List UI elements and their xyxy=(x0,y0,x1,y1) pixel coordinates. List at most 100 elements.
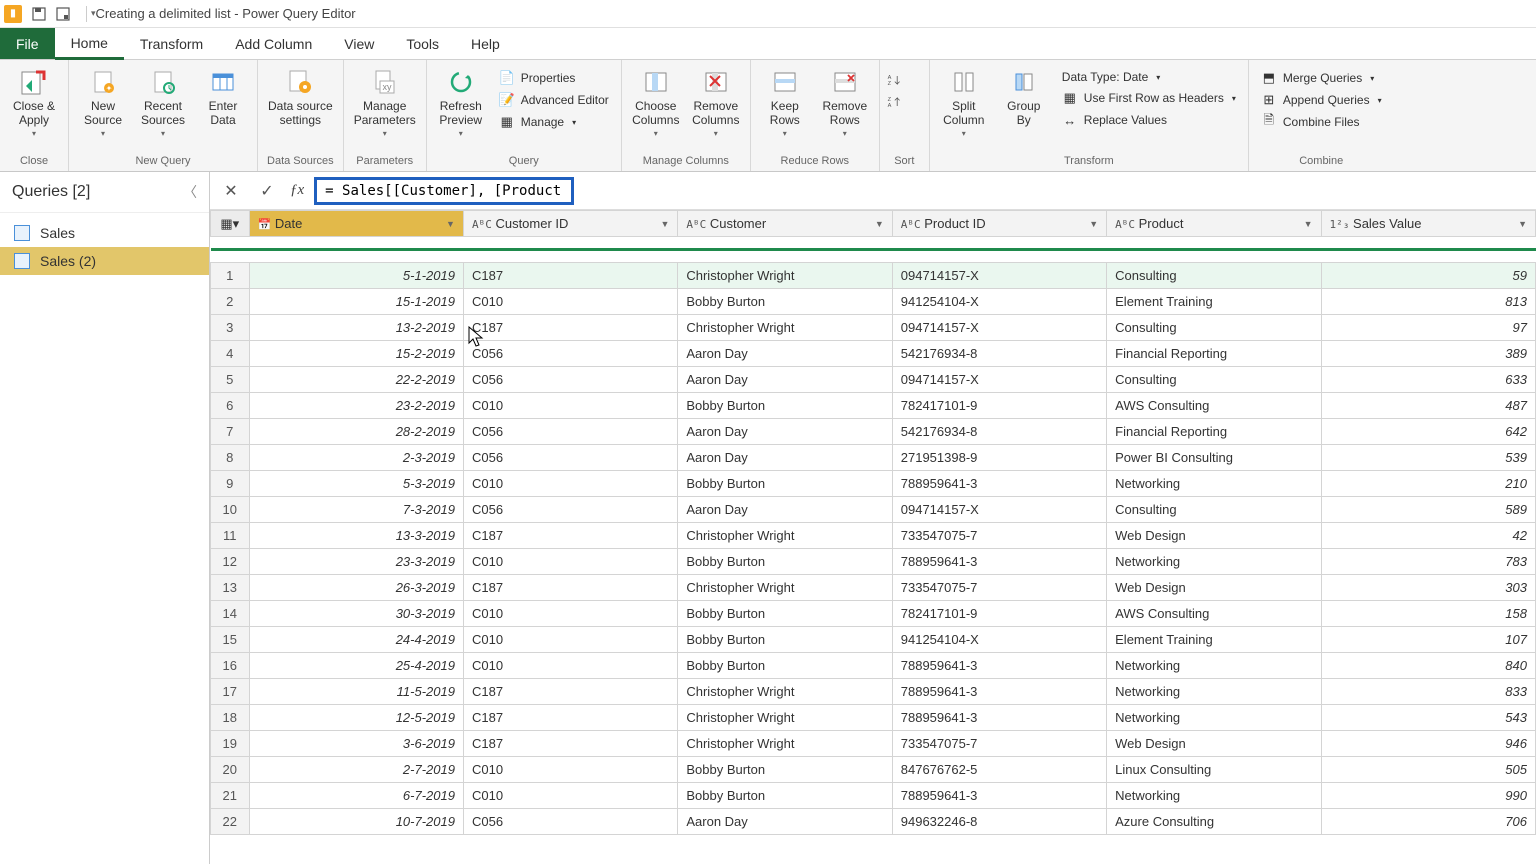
row-number[interactable]: 10 xyxy=(211,497,250,523)
filter-dropdown-icon[interactable]: ▼ xyxy=(446,219,455,229)
cell[interactable]: 5-3-2019 xyxy=(249,471,463,497)
cell[interactable]: 633 xyxy=(1321,367,1535,393)
row-number[interactable]: 9 xyxy=(211,471,250,497)
table-row[interactable]: 193-6-2019C187Christopher Wright73354707… xyxy=(211,731,1536,757)
cell[interactable]: 13-2-2019 xyxy=(249,315,463,341)
column-header-date[interactable]: 📅 Date▼ xyxy=(249,211,463,237)
cell[interactable]: 25-4-2019 xyxy=(249,653,463,679)
cell[interactable]: Consulting xyxy=(1107,367,1321,393)
cell[interactable]: Christopher Wright xyxy=(678,575,892,601)
cell[interactable]: C056 xyxy=(463,809,677,835)
table-row[interactable]: 1625-4-2019C010Bobby Burton788959641-3Ne… xyxy=(211,653,1536,679)
cell[interactable]: C010 xyxy=(463,393,677,419)
cell[interactable]: C056 xyxy=(463,367,677,393)
cell[interactable]: 094714157-X xyxy=(892,497,1106,523)
cell[interactable]: 30-3-2019 xyxy=(249,601,463,627)
choose-columns-button[interactable]: Choose Columns▾ xyxy=(628,64,684,140)
append-queries-button[interactable]: ⊞Append Queries▾ xyxy=(1255,90,1388,110)
table-row[interactable]: 623-2-2019C010Bobby Burton782417101-9AWS… xyxy=(211,393,1536,419)
cell[interactable]: 094714157-X xyxy=(892,315,1106,341)
split-column-button[interactable]: Split Column▾ xyxy=(936,64,992,140)
cell[interactable]: 833 xyxy=(1321,679,1535,705)
filter-dropdown-icon[interactable]: ▼ xyxy=(1518,219,1527,229)
commit-formula-button[interactable]: ✓ xyxy=(254,178,280,204)
row-number[interactable]: 2 xyxy=(211,289,250,315)
fx-icon[interactable]: ƒx xyxy=(290,182,304,199)
cell[interactable]: 23-3-2019 xyxy=(249,549,463,575)
cell[interactable]: 24-4-2019 xyxy=(249,627,463,653)
cell[interactable]: 2-3-2019 xyxy=(249,445,463,471)
cell[interactable]: Element Training xyxy=(1107,289,1321,315)
cell[interactable]: 271951398-9 xyxy=(892,445,1106,471)
row-number[interactable]: 17 xyxy=(211,679,250,705)
refresh-preview-button[interactable]: Refresh Preview▾ xyxy=(433,64,489,140)
cell[interactable]: 733547075-7 xyxy=(892,731,1106,757)
table-row[interactable]: 415-2-2019C056Aaron Day542176934-8Financ… xyxy=(211,341,1536,367)
row-number[interactable]: 8 xyxy=(211,445,250,471)
cell[interactable]: Bobby Burton xyxy=(678,653,892,679)
cell[interactable]: 782417101-9 xyxy=(892,601,1106,627)
row-number[interactable]: 22 xyxy=(211,809,250,835)
cell[interactable]: Networking xyxy=(1107,549,1321,575)
cell[interactable]: 11-5-2019 xyxy=(249,679,463,705)
cell[interactable]: 094714157-X xyxy=(892,367,1106,393)
cell[interactable]: 733547075-7 xyxy=(892,523,1106,549)
row-number[interactable]: 3 xyxy=(211,315,250,341)
cell[interactable]: Aaron Day xyxy=(678,341,892,367)
cell[interactable]: C010 xyxy=(463,783,677,809)
cell[interactable]: Aaron Day xyxy=(678,445,892,471)
cell[interactable]: 542176934-8 xyxy=(892,419,1106,445)
tab-transform[interactable]: Transform xyxy=(124,28,219,59)
cell[interactable]: Aaron Day xyxy=(678,809,892,835)
cell[interactable]: 7-3-2019 xyxy=(249,497,463,523)
cell[interactable]: C187 xyxy=(463,575,677,601)
cell[interactable]: C187 xyxy=(463,731,677,757)
cell[interactable]: 15-2-2019 xyxy=(249,341,463,367)
remove-rows-button[interactable]: Remove Rows▾ xyxy=(817,64,873,140)
cell[interactable]: 487 xyxy=(1321,393,1535,419)
cell[interactable]: C187 xyxy=(463,263,677,289)
new-source-button[interactable]: ✦New Source▾ xyxy=(75,64,131,140)
column-header-customer-id[interactable]: AᴮC Customer ID▼ xyxy=(463,211,677,237)
cell[interactable]: 733547075-7 xyxy=(892,575,1106,601)
keep-rows-button[interactable]: Keep Rows▾ xyxy=(757,64,813,140)
cell[interactable]: 210 xyxy=(1321,471,1535,497)
enter-data-button[interactable]: Enter Data xyxy=(195,64,251,130)
table-row[interactable]: 95-3-2019C010Bobby Burton788959641-3Netw… xyxy=(211,471,1536,497)
cell[interactable]: 10-7-2019 xyxy=(249,809,463,835)
table-row[interactable]: 522-2-2019C056Aaron Day094714157-XConsul… xyxy=(211,367,1536,393)
cell[interactable]: C056 xyxy=(463,445,677,471)
sort-desc-button[interactable]: ZA xyxy=(886,94,902,110)
table-row[interactable]: 1812-5-2019C187Christopher Wright7889596… xyxy=(211,705,1536,731)
cell[interactable]: 5-1-2019 xyxy=(249,263,463,289)
table-row[interactable]: 1524-4-2019C010Bobby Burton941254104-XEl… xyxy=(211,627,1536,653)
row-number[interactable]: 11 xyxy=(211,523,250,549)
table-row[interactable]: 2210-7-2019C056Aaron Day949632246-8Azure… xyxy=(211,809,1536,835)
row-number[interactable]: 19 xyxy=(211,731,250,757)
cell[interactable]: 782417101-9 xyxy=(892,393,1106,419)
table-row[interactable]: 215-1-2019C010Bobby Burton941254104-XEle… xyxy=(211,289,1536,315)
filter-dropdown-icon[interactable]: ▼ xyxy=(660,219,669,229)
cell[interactable]: C187 xyxy=(463,315,677,341)
cell[interactable]: Financial Reporting xyxy=(1107,419,1321,445)
cell[interactable]: AWS Consulting xyxy=(1107,601,1321,627)
table-row[interactable]: 1223-3-2019C010Bobby Burton788959641-3Ne… xyxy=(211,549,1536,575)
cell[interactable]: Christopher Wright xyxy=(678,731,892,757)
cell[interactable]: 3-6-2019 xyxy=(249,731,463,757)
group-by-button[interactable]: Group By xyxy=(996,64,1052,130)
cell[interactable]: 788959641-3 xyxy=(892,653,1106,679)
cell[interactable]: Linux Consulting xyxy=(1107,757,1321,783)
first-row-headers-button[interactable]: ▦Use First Row as Headers▾ xyxy=(1056,88,1242,108)
cell[interactable]: 15-1-2019 xyxy=(249,289,463,315)
tab-file[interactable]: File xyxy=(0,28,55,59)
row-number[interactable]: 6 xyxy=(211,393,250,419)
merge-queries-button[interactable]: ⬒Merge Queries▾ xyxy=(1255,68,1388,88)
cell[interactable]: Aaron Day xyxy=(678,497,892,523)
row-number[interactable]: 14 xyxy=(211,601,250,627)
cell[interactable]: C010 xyxy=(463,601,677,627)
row-number[interactable]: 12 xyxy=(211,549,250,575)
table-row[interactable]: 1113-3-2019C187Christopher Wright7335470… xyxy=(211,523,1536,549)
cell[interactable]: 97 xyxy=(1321,315,1535,341)
close-apply-button[interactable]: Close & Apply▾ xyxy=(6,64,62,140)
manage-parameters-button[interactable]: xyManage Parameters▾ xyxy=(350,64,420,140)
